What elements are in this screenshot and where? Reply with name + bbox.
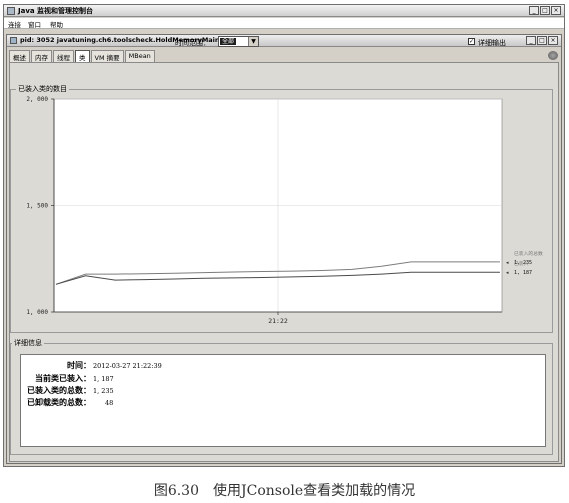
close-button[interactable]: ×	[551, 6, 561, 15]
minimize-button[interactable]: _	[529, 6, 539, 15]
detail-total-loaded-label: 已装入类的总数：	[27, 386, 91, 395]
inner-restore-button[interactable]: □	[537, 36, 547, 45]
chevron-down-icon[interactable]: ▼	[248, 37, 258, 46]
tab-bar: 概述 内存 线程 类 VM 摘要 MBean	[9, 50, 156, 62]
verbose-output-label: 详细输出	[478, 39, 506, 47]
figure-caption: 图6.30 使用JConsole查看类加载的情况	[153, 483, 416, 499]
inner-minimize-button[interactable]: _	[526, 36, 536, 45]
details-content: 时间： 2012-03-27 21:22:39 当前类已装入： 1, 187 已…	[20, 354, 546, 447]
time-range-value: 全部	[220, 38, 237, 45]
maximize-button[interactable]: □	[540, 6, 550, 15]
tab-mbeans[interactable]: MBean	[124, 50, 155, 62]
tab-overview[interactable]: 概述	[9, 50, 30, 62]
detail-current-loaded-label: 当前类已装入：	[35, 374, 91, 383]
verbose-output-checkbox[interactable]: ✓	[468, 38, 475, 45]
menu-window[interactable]: 窗口	[28, 19, 41, 29]
detail-total-unloaded-value: 48	[105, 399, 114, 407]
menu-connection[interactable]: 连接	[8, 19, 21, 29]
loaded-classes-panel-title: 已装入类的数目	[16, 84, 69, 94]
loaded-classes-panel	[10, 89, 553, 333]
time-range-label: 时间范围：	[175, 39, 210, 47]
detail-total-loaded-value: 1, 235	[93, 387, 114, 395]
detail-total-unloaded-label: 已卸载类的总数：	[27, 398, 91, 407]
tab-memory[interactable]: 内存	[31, 50, 52, 62]
detail-current-loaded-value: 1, 187	[93, 375, 114, 383]
menubar: 连接 窗口 帮助	[4, 18, 564, 29]
time-range-select[interactable]: 全部 ▼	[218, 36, 259, 47]
connection-window-icon	[10, 37, 17, 44]
connection-status-icon[interactable]	[548, 51, 558, 60]
java-app-icon	[7, 7, 15, 15]
details-panel-title: 详细信息	[12, 338, 44, 348]
tab-classes[interactable]: 类	[75, 50, 90, 62]
tab-threads[interactable]: 线程	[53, 50, 74, 62]
detail-time-label: 时间：	[67, 361, 91, 370]
window-titlebar[interactable]: Java 监视和管理控制台 _ □ ×	[4, 5, 564, 17]
inner-close-button[interactable]: ×	[548, 36, 558, 45]
menu-help[interactable]: 帮助	[50, 19, 63, 29]
detail-time-value: 2012-03-27 21:22:39	[93, 362, 162, 370]
tab-vm-summary[interactable]: VM 摘要	[90, 50, 124, 62]
window-title: Java 监视和管理控制台	[18, 7, 94, 15]
